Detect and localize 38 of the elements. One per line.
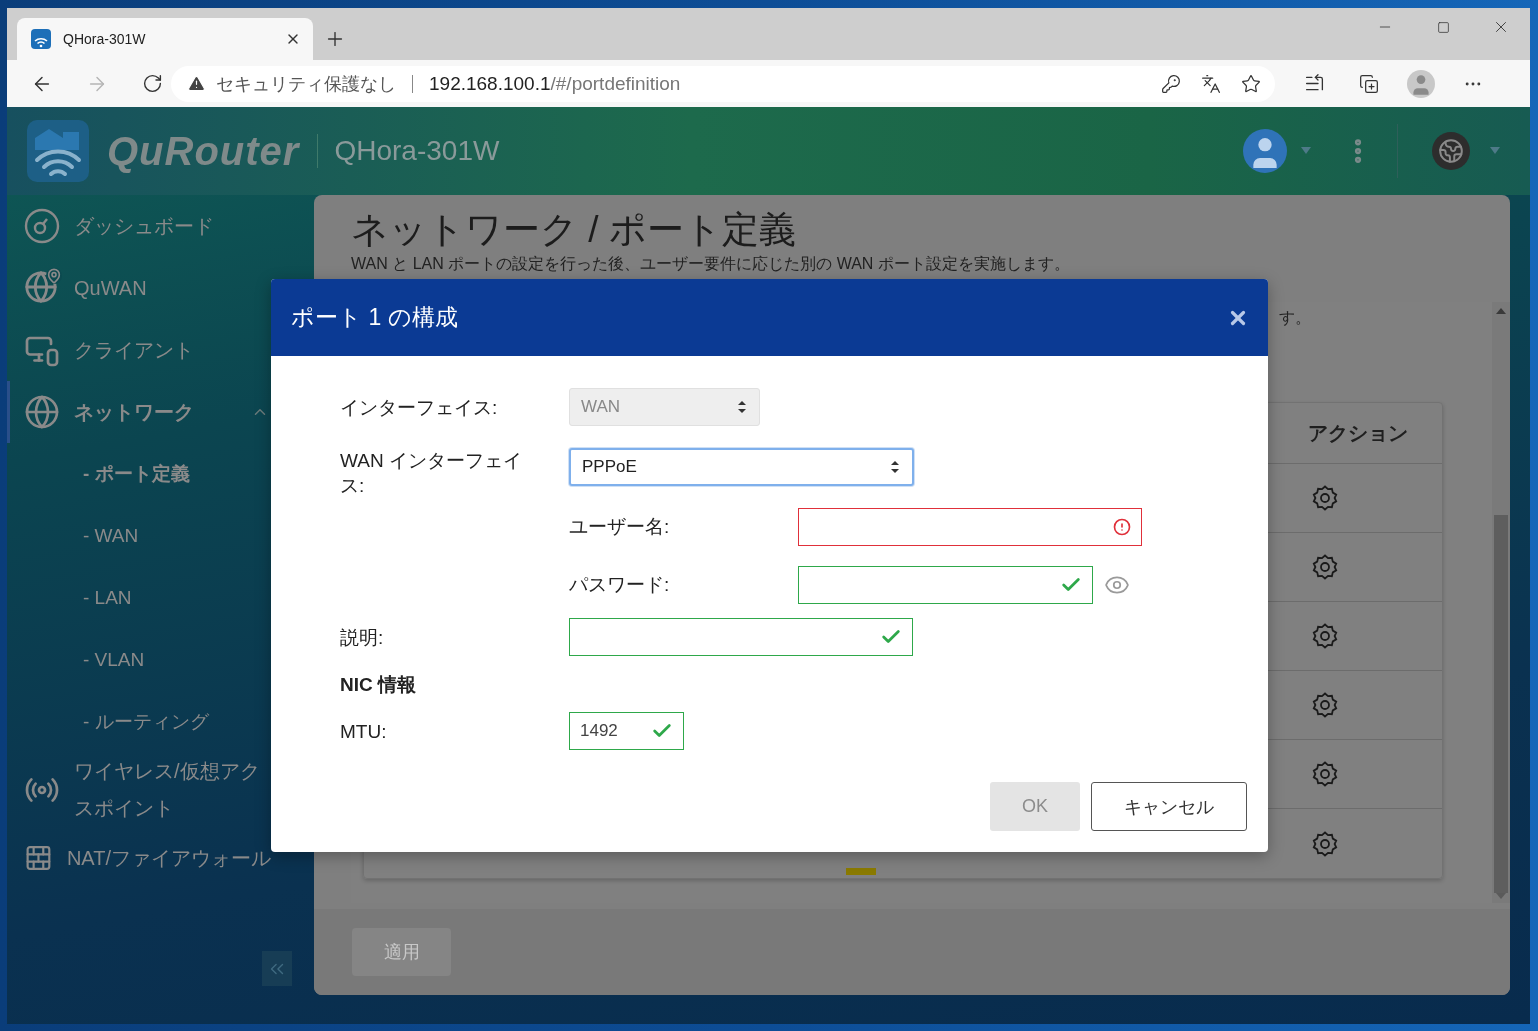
logo-text: QuRouter [107,128,300,174]
field-label: WAN インターフェイス: [340,449,523,498]
field-label: ユーザー名: [569,515,671,539]
sidebar-label: ワイヤレス/仮想アク スポイント [74,759,261,821]
cancel-button[interactable]: キャンセル [1091,782,1247,831]
sidebar-subitem[interactable]: - ルーティング [7,691,271,753]
sidebar-subitem[interactable]: - WAN [7,505,271,567]
tab-title: QHora-301W [63,31,147,47]
page-title: ネットワーク / ポート定義 [351,209,797,251]
sidebar-subitem[interactable]: - ポート定義 [7,443,271,505]
sidebar-label: NAT/ファイアウォール [66,845,271,871]
sidebar-item[interactable]: NAT/ファイアウォール [7,827,271,889]
security-label: セキュリティ保護なし [216,72,396,96]
field-label: インターフェイス: [340,395,499,420]
sidebar-label: QuWAN [74,275,148,301]
device-name: QHora-301W [334,135,500,167]
input-field[interactable]: 1492 [569,712,684,750]
page-description: WAN と LAN ポートの設定を行った後、ユーザー要件に応じた別の WAN ポート設定を実施します。 [351,254,1071,274]
sidebar-item[interactable]: ダッシュボード [7,195,271,257]
select-field[interactable]: PPPoE [569,448,914,486]
sidebar-label: ネットワーク [74,399,195,425]
column-header: アクション [1307,420,1409,446]
browser-tab[interactable]: QHora-301W [17,18,313,60]
sidebar-item[interactable]: クライアント [7,319,271,381]
field-label: 説明: [340,625,385,650]
note-text: す。 [1279,308,1311,328]
field-label: パスワード: [569,573,671,597]
dialog-title: ポート 1 の構成 [291,303,459,332]
sidebar-subitem[interactable]: - LAN [7,567,271,629]
field-label: MTU: [340,719,388,744]
section-heading: NIC 情報 [340,673,417,697]
sidebar-label: クライアント [74,337,195,363]
sidebar-subitem[interactable]: - VLAN [7,629,271,691]
sidebar-label: ダッシュボード [74,213,215,239]
address-bar[interactable]: セキュリティ保護なし 192.168.100.1/#/portdefinition [171,65,1275,102]
sidebar-item[interactable]: QuWAN [7,257,271,319]
sidebar-item[interactable]: ワイヤレス/仮想アク スポイント [7,753,271,827]
url-text: 192.168.100.1/#/portdefinition [429,72,682,95]
